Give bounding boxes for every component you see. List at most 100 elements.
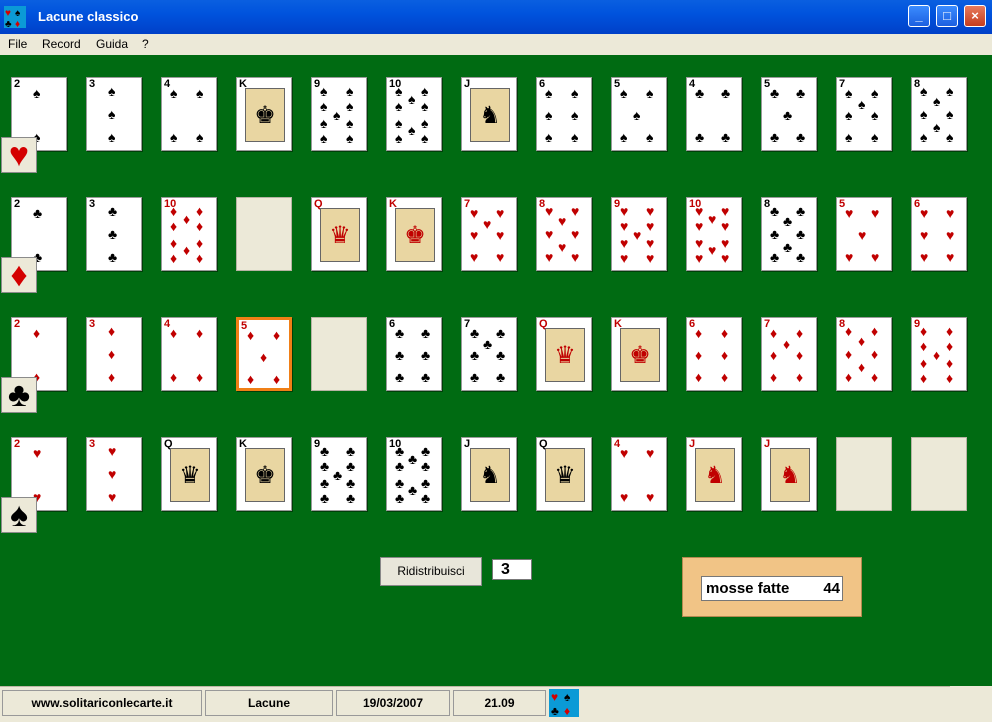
card-k-of-clubs[interactable]: K ♚: [236, 77, 292, 151]
diamonds-pip: ♦: [170, 369, 178, 385]
card-3-of-spades[interactable]: 3 ♠ ♠ ♠: [86, 77, 142, 151]
spades-pip: ♠: [646, 85, 654, 101]
diamonds-pip: ♦: [196, 325, 204, 341]
card-k-of-diamonds[interactable]: K ♚: [386, 197, 442, 271]
close-button[interactable]: ×: [964, 5, 986, 27]
card-7-of-spades[interactable]: 7 ♠ ♠ ♠ ♠ ♠ ♠ ♠: [836, 77, 892, 151]
card-9-of-hearts[interactable]: 9 ♥ ♥ ♥ ♥ ♥ ♥ ♥ ♥ ♥: [611, 197, 667, 271]
spades-pip: ♠: [620, 85, 628, 101]
card-4-of-diamonds[interactable]: 4 ♦ ♦ ♦ ♦: [161, 317, 217, 391]
card-6-of-diamonds[interactable]: 6 ♦ ♦ ♦ ♦ ♦ ♦: [686, 317, 742, 391]
diamonds-pip: ♦: [695, 325, 703, 341]
card-10-of-spades[interactable]: 10 ♠ ♠ ♠ ♠ ♠ ♠ ♠ ♠ ♠ ♠: [386, 77, 442, 151]
hearts-pip: ♥: [695, 235, 704, 251]
card-10-of-clubs[interactable]: 10 ♣ ♣ ♣ ♣ ♣ ♣ ♣ ♣ ♣ ♣: [386, 437, 442, 511]
redeal-button[interactable]: Ridistribuisci: [380, 557, 482, 586]
card-6-of-clubs[interactable]: 6 ♣ ♣ ♣ ♣ ♣ ♣: [386, 317, 442, 391]
hearts-pip: ♥: [946, 227, 955, 243]
empty-slot[interactable]: [836, 437, 892, 511]
card-5-of-clubs[interactable]: 5 ♣ ♣ ♣ ♣ ♣: [761, 77, 817, 151]
card-rank: 3: [89, 318, 96, 330]
clubs-pip: ♣: [496, 347, 506, 363]
card-9-of-diamonds[interactable]: 9 ♦ ♦ ♦ ♦ ♦ ♦ ♦ ♦ ♦: [911, 317, 967, 391]
clubs-pip: ♣: [320, 443, 330, 459]
card-j-of-diamonds[interactable]: J ♞: [761, 437, 817, 511]
card-8-of-diamonds[interactable]: 8 ♦ ♦ ♦ ♦ ♦ ♦ ♦ ♦: [836, 317, 892, 391]
empty-slot[interactable]: [911, 437, 967, 511]
card-3-of-hearts[interactable]: 3 ♥ ♥ ♥: [86, 437, 142, 511]
card-q-of-diamonds[interactable]: Q ♛: [311, 197, 367, 271]
clubs-pip: ♣: [770, 203, 780, 219]
card-4-of-clubs[interactable]: 4 ♣ ♣ ♣ ♣: [686, 77, 742, 151]
spades-pip: ♠: [571, 107, 579, 123]
app-suits-icon: ♥ ♠ ♣ ♦: [4, 6, 26, 30]
suits-icon: ♥ ♠ ♣ ♦: [549, 689, 579, 718]
hearts-pip: ♥: [620, 218, 629, 234]
clubs-pip: ♣: [421, 347, 431, 363]
hearts-pip: ♥: [646, 250, 655, 266]
clubs-pip: ♣: [783, 107, 793, 123]
menu-record[interactable]: Record: [42, 37, 81, 51]
empty-slot[interactable]: [236, 197, 292, 271]
card-10-of-diamonds[interactable]: 10 ♦ ♦ ♦ ♦ ♦ ♦ ♦ ♦ ♦ ♦: [161, 197, 217, 271]
clubs-pip: ♣: [346, 490, 356, 506]
diamonds-pip: ♦: [33, 325, 41, 341]
hearts-pip: ♥: [845, 205, 854, 221]
redeal-count-field: 3: [492, 559, 532, 580]
spades-pip: ♠: [571, 129, 579, 145]
card-3-of-clubs[interactable]: 3 ♣ ♣ ♣: [86, 197, 142, 271]
card-j-of-spades[interactable]: J ♞: [461, 77, 517, 151]
card-4-of-spades[interactable]: 4 ♠ ♠ ♠ ♠: [161, 77, 217, 151]
menu-file[interactable]: File: [8, 37, 27, 51]
hearts-pip: ♥: [545, 203, 554, 219]
maximize-button[interactable]: □: [936, 5, 958, 27]
court-figure: ♛: [545, 448, 585, 502]
card-5-of-diamonds[interactable]: 5 ♦ ♦ ♦ ♦ ♦: [236, 317, 292, 391]
minimize-icon: _: [915, 8, 923, 23]
card-q-of-hearts[interactable]: Q ♛: [536, 317, 592, 391]
diamonds-pip: ♦: [920, 323, 928, 339]
card-8-of-hearts[interactable]: 8 ♥ ♥ ♥ ♥ ♥ ♥ ♥ ♥: [536, 197, 592, 271]
card-6-of-spades[interactable]: 6 ♠ ♠ ♠ ♠ ♠ ♠: [536, 77, 592, 151]
clubs-pip: ♣: [721, 85, 731, 101]
spades-pip: ♠: [196, 129, 204, 145]
spades-pip: ♠: [346, 83, 354, 99]
card-7-of-clubs[interactable]: 7 ♣ ♣ ♣ ♣ ♣ ♣ ♣: [461, 317, 517, 391]
hearts-pip: ♥: [558, 239, 567, 255]
svg-text:♣: ♣: [5, 19, 12, 28]
card-9-of-clubs[interactable]: 9 ♣ ♣ ♣ ♣ ♣ ♣ ♣ ♣ ♣: [311, 437, 367, 511]
diamond-row-icon: ♦: [1, 257, 37, 293]
card-8-of-clubs[interactable]: 8 ♣ ♣ ♣ ♣ ♣ ♣ ♣ ♣: [761, 197, 817, 271]
card-7-of-hearts[interactable]: 7 ♥ ♥ ♥ ♥ ♥ ♥ ♥: [461, 197, 517, 271]
hearts-pip: ♥: [633, 227, 642, 243]
hearts-pip: ♥: [646, 203, 655, 219]
card-q-of-spades[interactable]: Q ♛: [161, 437, 217, 511]
card-j-of-clubs[interactable]: J ♞: [461, 437, 517, 511]
card-5-of-hearts[interactable]: 5 ♥ ♥ ♥ ♥ ♥: [836, 197, 892, 271]
menu-help[interactable]: ?: [142, 37, 149, 51]
clubs-pip: ♣: [108, 226, 118, 242]
card-10-of-hearts[interactable]: 10 ♥ ♥ ♥ ♥ ♥ ♥ ♥ ♥ ♥ ♥: [686, 197, 742, 271]
clubs-pip: ♣: [470, 325, 480, 341]
diamonds-pip: ♦: [871, 346, 879, 362]
menu-guida[interactable]: Guida: [96, 37, 128, 51]
diamonds-pip: ♦: [770, 325, 778, 341]
diamonds-pip: ♦: [946, 370, 954, 386]
card-3-of-diamonds[interactable]: 3 ♦ ♦ ♦: [86, 317, 142, 391]
clubs-pip: ♣: [695, 85, 705, 101]
card-9-of-spades[interactable]: 9 ♠ ♠ ♠ ♠ ♠ ♠ ♠ ♠ ♠: [311, 77, 367, 151]
card-4-of-hearts[interactable]: 4 ♥ ♥ ♥ ♥: [611, 437, 667, 511]
card-8-of-spades[interactable]: 8 ♠ ♠ ♠ ♠ ♠ ♠ ♠ ♠: [911, 77, 967, 151]
hearts-pip: ♥: [558, 213, 567, 229]
card-q-of-clubs[interactable]: Q ♛: [536, 437, 592, 511]
card-j-of-hearts[interactable]: J ♞: [686, 437, 742, 511]
card-7-of-diamonds[interactable]: 7 ♦ ♦ ♦ ♦ ♦ ♦ ♦: [761, 317, 817, 391]
minimize-button[interactable]: _: [908, 5, 930, 27]
empty-slot[interactable]: [311, 317, 367, 391]
moves-display: mosse fatte 44: [701, 576, 843, 601]
clubs-pip: ♣: [395, 325, 405, 341]
card-k-of-hearts[interactable]: K ♚: [611, 317, 667, 391]
card-k-of-spades[interactable]: K ♚: [236, 437, 292, 511]
card-6-of-hearts[interactable]: 6 ♥ ♥ ♥ ♥ ♥ ♥: [911, 197, 967, 271]
card-5-of-spades[interactable]: 5 ♠ ♠ ♠ ♠ ♠: [611, 77, 667, 151]
